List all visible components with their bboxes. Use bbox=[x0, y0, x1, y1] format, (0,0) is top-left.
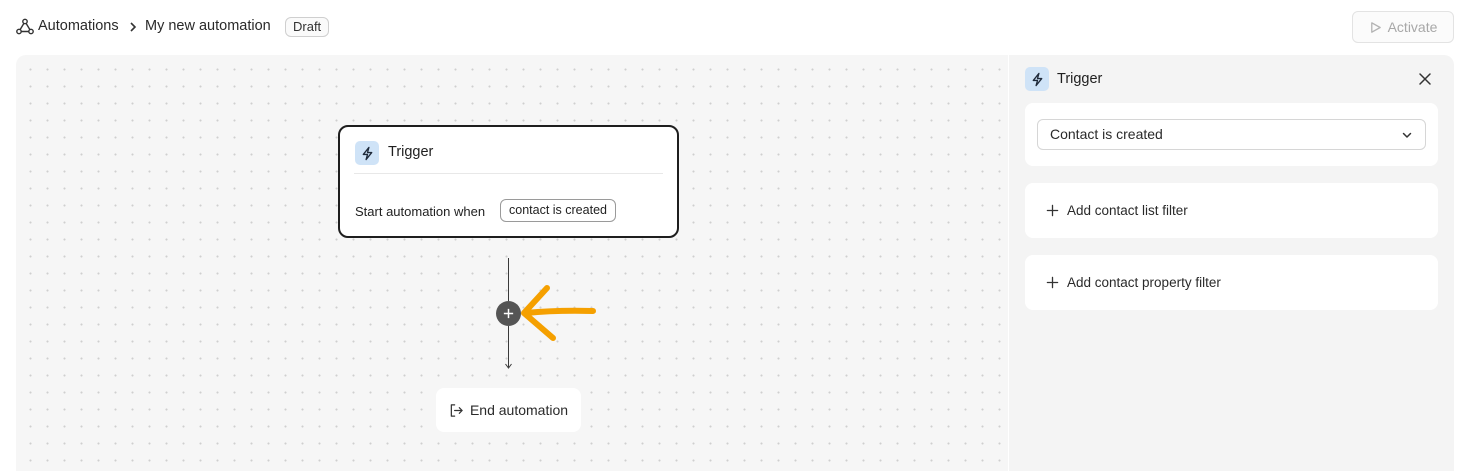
trigger-start-text: Start automation when bbox=[355, 204, 486, 219]
chevron-down-icon bbox=[1402, 132, 1412, 138]
breadcrumb-current-automation: My new automation bbox=[145, 18, 271, 34]
top-bar: Automations My new automation Draft Acti… bbox=[0, 0, 1470, 54]
breadcrumb-automations-link[interactable]: Automations bbox=[38, 18, 119, 34]
add-contact-list-filter-button[interactable]: Add contact list filter bbox=[1025, 183, 1438, 238]
trigger-event-select[interactable]: Contact is created bbox=[1037, 119, 1426, 150]
add-contact-property-filter-label: Add contact property filter bbox=[1067, 275, 1221, 290]
close-panel-button[interactable] bbox=[1415, 69, 1435, 89]
chevron-right-icon bbox=[130, 22, 137, 32]
trigger-node-card[interactable]: Trigger Start automation when contact is… bbox=[338, 125, 679, 238]
activate-button[interactable]: Activate bbox=[1352, 11, 1454, 43]
card-divider bbox=[354, 173, 663, 174]
end-automation-label: End automation bbox=[469, 402, 569, 418]
panel-title: Trigger bbox=[1057, 71, 1103, 87]
add-contact-property-filter-button[interactable]: Add contact property filter bbox=[1025, 255, 1438, 310]
automation-canvas[interactable]: Trigger Start automation when contact is… bbox=[16, 55, 1008, 471]
exit-arrow-icon bbox=[450, 403, 463, 417]
lightning-bolt-icon bbox=[1032, 72, 1042, 86]
activate-label: Activate bbox=[1387, 19, 1438, 35]
trigger-event-card: Contact is created bbox=[1025, 103, 1438, 166]
close-icon bbox=[1419, 73, 1431, 85]
trigger-event-pill[interactable]: contact is created bbox=[500, 199, 616, 222]
plus-icon bbox=[1046, 204, 1059, 217]
play-icon bbox=[1370, 21, 1381, 33]
automation-nodes-icon bbox=[16, 18, 34, 35]
trigger-event-select-value: Contact is created bbox=[1050, 126, 1163, 142]
plus-icon bbox=[1046, 276, 1059, 289]
end-automation-node[interactable]: End automation bbox=[436, 388, 581, 432]
add-contact-list-filter-label: Add contact list filter bbox=[1067, 203, 1188, 218]
plus-icon bbox=[503, 308, 514, 319]
status-badge: Draft bbox=[285, 17, 330, 37]
lightning-bolt-icon bbox=[362, 146, 372, 160]
trigger-settings-panel: Trigger Contact is created Add contact l… bbox=[1009, 55, 1454, 471]
add-step-button[interactable] bbox=[496, 301, 521, 326]
trigger-card-title: Trigger bbox=[388, 144, 434, 160]
panel-trigger-icon-box bbox=[1025, 67, 1049, 91]
trigger-icon-box bbox=[355, 141, 379, 165]
